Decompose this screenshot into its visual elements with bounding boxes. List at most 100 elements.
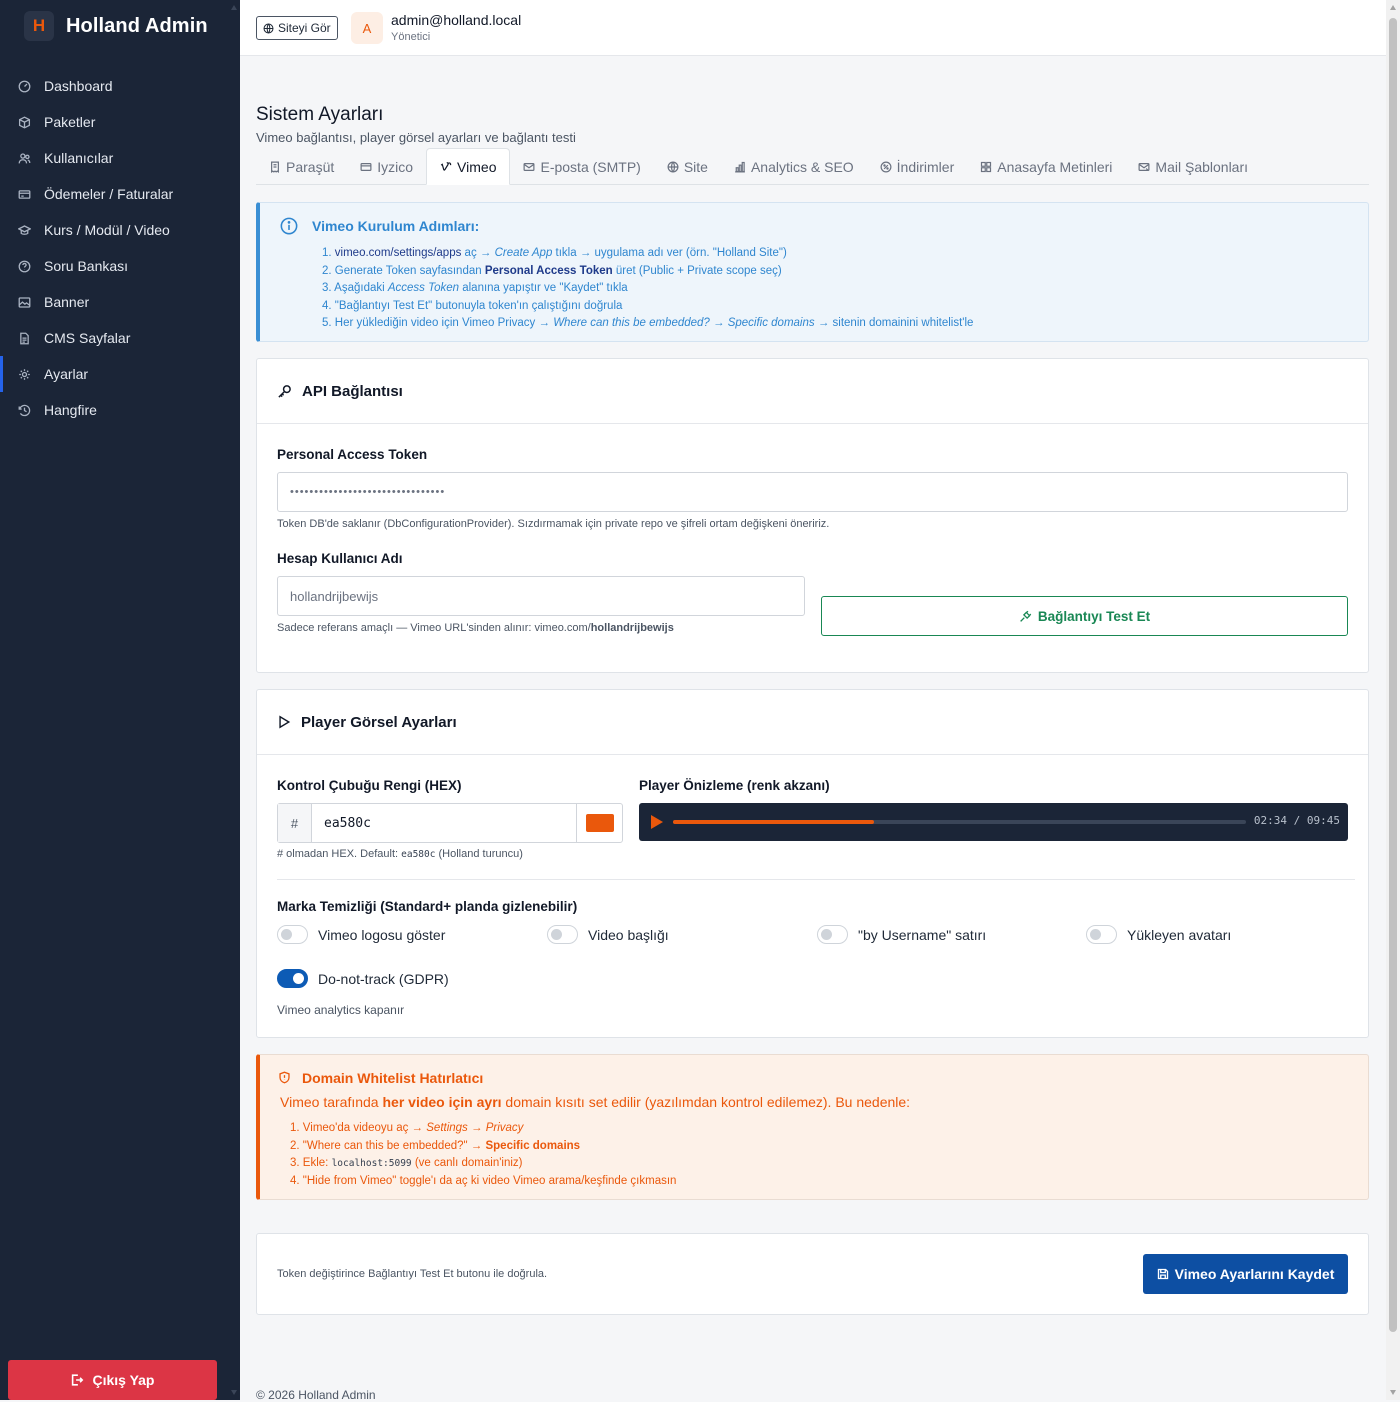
hex-color-input-group: # ea580c <box>277 803 623 843</box>
alert-text: Vimeo tarafında her video için ayrı doma… <box>280 1094 910 1110</box>
step-code: localhost:5099 <box>331 1158 412 1169</box>
alert-text-part: domain kısıtı set edilir (yazılımdan kon… <box>501 1094 911 1110</box>
tab-indirimler[interactable]: İndirimler <box>867 148 968 185</box>
step-text: Generate Token sayfasından <box>334 264 485 277</box>
sidebar: H Holland Admin Dashboard Paketler Kulla… <box>0 0 240 1400</box>
tab-iyzico[interactable]: Iyzico <box>347 148 426 185</box>
hex-color-input[interactable]: ea580c <box>312 804 576 842</box>
credit-card-icon <box>360 161 372 173</box>
toggle-switch[interactable] <box>817 925 848 944</box>
box-icon <box>18 115 31 129</box>
avatar[interactable]: A <box>351 12 383 44</box>
hint-code: ea580c <box>401 849 436 860</box>
step-number: 1. <box>322 247 335 259</box>
vimeo-setup-alert: Vimeo Kurulum Adımları: 1. vimeo.com/set… <box>256 202 1369 342</box>
toggle-byline[interactable]: "by Username" satırı <box>817 925 986 944</box>
toggle-label: Vimeo logosu göster <box>318 926 446 943</box>
step-text: → sitenin domainini whitelist'le <box>814 317 974 329</box>
toggle-switch[interactable] <box>547 925 578 944</box>
user-role: Yönetici <box>391 31 431 43</box>
hint-text: (Holland turuncu) <box>435 848 523 860</box>
sidebar-item-label: Kullanıcılar <box>44 150 114 166</box>
api-connection-card: API Bağlantısı Personal Access Token •••… <box>256 358 1369 673</box>
toggle-vimeo-logo[interactable]: Vimeo logosu göster <box>277 925 445 944</box>
toggle-label: Yükleyen avatarı <box>1127 926 1232 943</box>
player-preview: 02:34 / 09:45 <box>639 803 1348 841</box>
save-vimeo-settings-button[interactable]: Vimeo Ayarlarını Kaydet <box>1143 1254 1348 1294</box>
progress-track[interactable] <box>673 820 1246 824</box>
sidebar-nav: Dashboard Paketler Kullanıcılar Ödemeler… <box>0 68 240 428</box>
setup-steps: 1. vimeo.com/settings/apps aç → Create A… <box>322 245 973 333</box>
step-number: 4. <box>290 1174 303 1187</box>
tab-smtp[interactable]: E-posta (SMTP) <box>510 148 653 185</box>
username-hint: Sadece referans amaçlı — Vimeo URL'sinde… <box>277 622 674 634</box>
mortarboard-icon <box>18 224 31 237</box>
sidebar-item-banner[interactable]: Banner <box>0 284 240 320</box>
toggle-switch[interactable] <box>277 925 308 944</box>
hex-prefix: # <box>278 804 312 842</box>
test-connection-button[interactable]: Bağlantıyı Test Et <box>821 596 1348 636</box>
sidebar-item-dashboard[interactable]: Dashboard <box>0 68 240 104</box>
alert-text-part: Vimeo tarafında <box>280 1094 383 1110</box>
toggle-uploader-avatar[interactable]: Yükleyen avatarı <box>1086 925 1231 944</box>
tab-mail-sablonlari[interactable]: Mail Şablonları <box>1125 148 1261 185</box>
brand[interactable]: H Holland Admin <box>24 11 208 41</box>
sidebar-item-cms[interactable]: CMS Sayfalar <box>0 320 240 356</box>
sidebar-item-hangfire[interactable]: Hangfire <box>0 392 240 428</box>
toggle-label: Video başlığı <box>588 926 669 943</box>
color-picker[interactable] <box>576 804 622 842</box>
sidebar-item-odemeler[interactable]: Ödemeler / Faturalar <box>0 176 240 212</box>
token-label: Personal Access Token <box>277 447 428 462</box>
sidebar-item-paketler[interactable]: Paketler <box>0 104 240 140</box>
tab-anasayfa[interactable]: Anasayfa Metinleri <box>967 148 1125 185</box>
sidebar-item-label: Ödemeler / Faturalar <box>44 186 174 202</box>
view-site-button[interactable]: Siteyi Gör <box>256 16 338 40</box>
username-label: Hesap Kullanıcı Adı <box>277 551 403 566</box>
step-strong: Personal Access Token <box>484 264 613 277</box>
alert-title: Vimeo Kurulum Adımları: <box>312 218 480 234</box>
sidebar-item-soru-bankasi[interactable]: Soru Bankası <box>0 248 240 284</box>
token-input[interactable]: •••••••••••••••••••••••••••••••• <box>277 472 1348 512</box>
vimeo-icon <box>440 161 452 173</box>
step-number: 2. <box>322 264 335 277</box>
step-number: 1. <box>290 1122 303 1134</box>
page-scrollbar[interactable] <box>1386 0 1400 1400</box>
step-text: (ve canlı domain'iniz) <box>411 1157 523 1169</box>
sidebar-item-kullanicilar[interactable]: Kullanıcılar <box>0 140 240 176</box>
step-number: 2. <box>290 1139 303 1152</box>
tab-label: Iyzico <box>377 158 414 175</box>
plug-icon <box>1019 610 1032 623</box>
receipt-icon <box>269 161 281 173</box>
step-text: Aşağıdaki <box>334 282 388 294</box>
setup-step: 3. Aşağıdaki Access Token alanına yapışt… <box>322 280 973 298</box>
tab-analytics[interactable]: Analytics & SEO <box>721 148 867 185</box>
preview-label: Player Önizleme (renk akzanı) <box>639 778 830 793</box>
tab-vimeo[interactable]: Vimeo <box>426 148 511 185</box>
user-email: admin@holland.local <box>391 12 522 28</box>
tab-label: Mail Şablonları <box>1155 158 1249 175</box>
sidebar-item-label: Soru Bankası <box>44 258 129 274</box>
toggle-video-title[interactable]: Video başlığı <box>547 925 669 944</box>
vimeo-apps-link[interactable]: vimeo.com/settings/apps <box>335 247 462 259</box>
toggle-switch[interactable] <box>1086 925 1117 944</box>
tab-label: Vimeo <box>457 158 497 175</box>
play-button-icon[interactable] <box>651 815 663 829</box>
color-label: Kontrol Çubuğu Rengi (HEX) <box>277 778 462 793</box>
whitelist-step: 4. "Hide from Vimeo" toggle'ı da aç ki v… <box>290 1173 676 1191</box>
username-input[interactable]: hollandrijbewijs <box>277 576 805 616</box>
setup-step: 4. "Bağlantıyı Test Et" butonuyla token'… <box>322 298 973 316</box>
toggle-switch[interactable] <box>277 969 308 988</box>
step-text: alanına yapıştır ve "Kaydet" tıkla <box>459 282 628 294</box>
domain-whitelist-alert: Domain Whitelist Hatırlatıcı Vimeo taraf… <box>256 1054 1369 1200</box>
step-strong: Specific domains <box>485 1139 581 1152</box>
sidebar-item-kurs[interactable]: Kurs / Modül / Video <box>0 212 240 248</box>
toggle-do-not-track[interactable]: Do-not-track (GDPR) <box>277 969 449 988</box>
tab-parasut[interactable]: Paraşüt <box>256 148 347 185</box>
step-text: üret (Public + Private scope seç) <box>612 264 782 277</box>
tab-site[interactable]: Site <box>654 148 721 185</box>
sidebar-item-ayarlar[interactable]: Ayarlar <box>0 356 240 392</box>
view-site-label: Siteyi Gör <box>278 21 331 35</box>
card-title: Player Görsel Ayarları <box>301 713 457 731</box>
sidebar-scrollbar[interactable] <box>228 0 240 1400</box>
logout-button[interactable]: Çıkış Yap <box>8 1360 217 1400</box>
